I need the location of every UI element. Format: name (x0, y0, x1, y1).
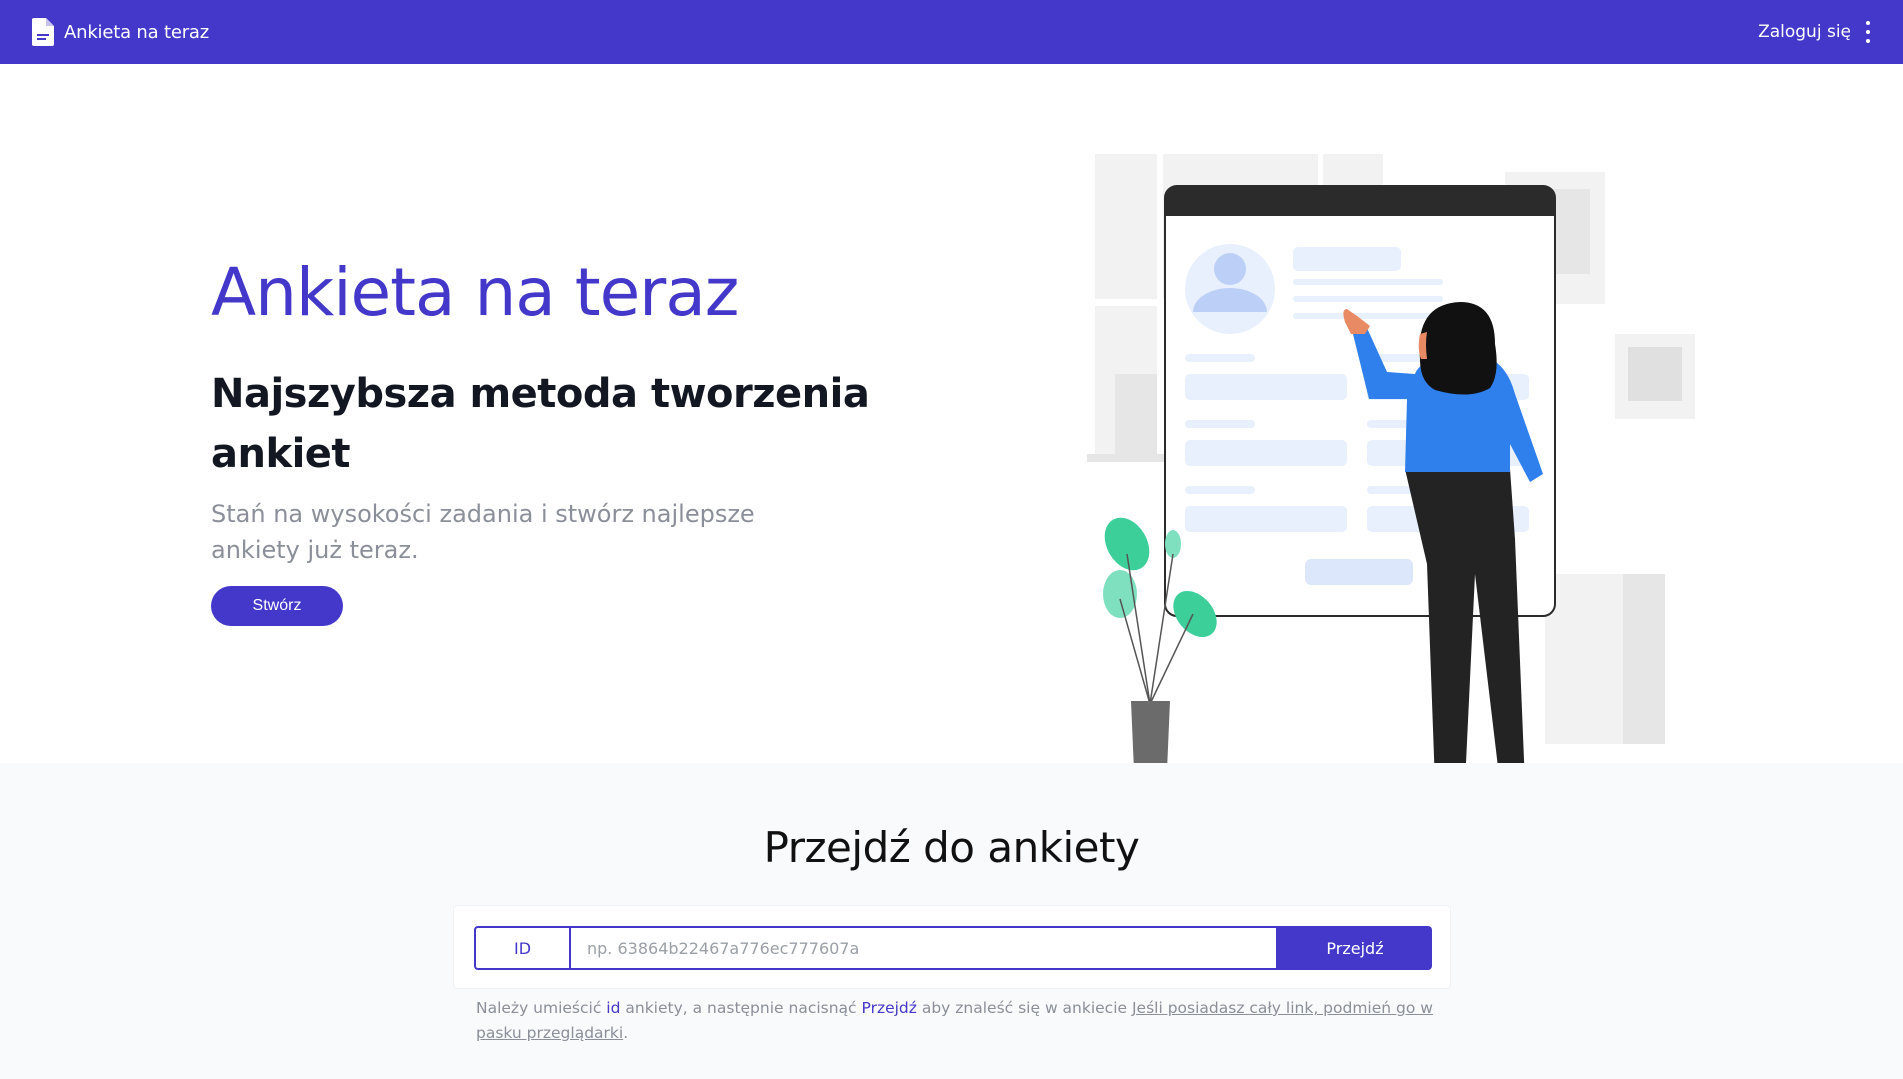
goto-survey-section: Przejdź do ankiety ID Przejdź Należy umi… (0, 763, 1903, 1079)
create-button[interactable]: Stwórz (211, 586, 343, 626)
hint-text: ankiety, a następnie nacisnąć (620, 999, 862, 1017)
goto-title: Przejdź do ankiety (763, 823, 1140, 872)
hint-go: Przejdź (861, 999, 917, 1017)
login-link[interactable]: Zaloguj się (1758, 22, 1851, 42)
hint-text: Należy umieścić (476, 999, 607, 1017)
top-navbar: Ankieta na teraz Zaloguj się (0, 0, 1903, 64)
hint-text: aby znaleść się w ankiecie (916, 999, 1132, 1017)
goto-hint: Należy umieścić id ankiety, a następnie … (476, 996, 1436, 1046)
hero-description: Stań na wysokości zadania i stwórz najle… (211, 500, 755, 564)
hero-subtitle: Najszybsza metoda tworzenia ankiet (211, 371, 870, 477)
top-right-actions: Zaloguj się (1758, 21, 1871, 43)
document-icon (32, 18, 54, 46)
hint-id: id (606, 999, 621, 1017)
hero-title: Ankieta na teraz (211, 254, 739, 331)
survey-id-card: ID Przejdź (453, 905, 1451, 989)
hero-section: Ankieta na teraz Najszybsza metoda tworz… (0, 64, 1903, 796)
hero-illustration (1087, 154, 1695, 796)
more-vert-icon[interactable] (1865, 21, 1871, 43)
id-label: ID (474, 926, 569, 970)
survey-id-input-group: ID Przejdź (474, 926, 1432, 970)
brand-link[interactable]: Ankieta na teraz (32, 18, 209, 46)
go-button[interactable]: Przejdź (1278, 926, 1432, 970)
brand-name: Ankieta na teraz (64, 21, 210, 43)
hint-text: . (623, 1023, 629, 1042)
survey-id-input[interactable] (569, 926, 1278, 970)
